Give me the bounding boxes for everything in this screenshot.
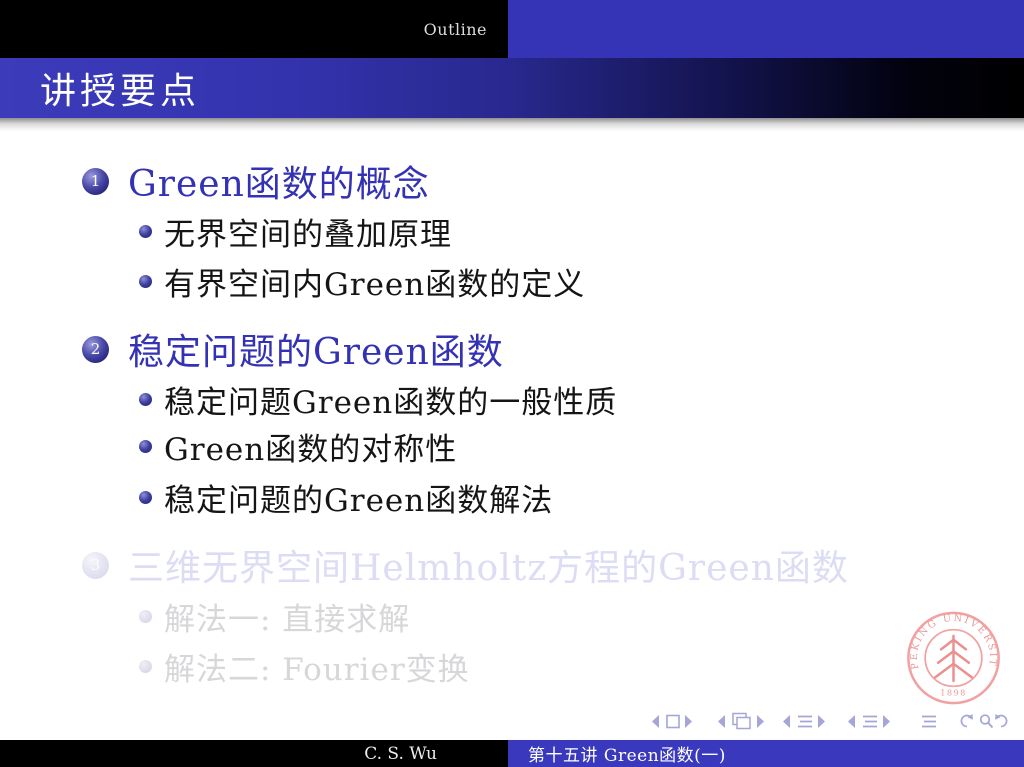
subitem-1-2-label: 有界空间内Green函数的定义 xyxy=(164,266,586,303)
bullet-sphere-icon xyxy=(139,224,152,238)
frametitle-shadow xyxy=(0,118,1024,131)
logo-emblem-icon xyxy=(934,634,973,683)
author-label: C. S. Wu xyxy=(364,743,437,764)
navigation-symbols xyxy=(652,712,1008,730)
logo-year: 1898 xyxy=(940,687,967,697)
slide-icon[interactable] xyxy=(666,714,680,729)
appendix-icon[interactable] xyxy=(922,715,936,728)
outline-subitem-1-1[interactable]: 无界空间的叠加原理 xyxy=(139,213,452,253)
search-icon[interactable] xyxy=(979,714,994,729)
frame-title: 讲授要点 xyxy=(40,71,201,112)
item-3-label: 三维无界空间Helmholtz方程的Green函数 xyxy=(128,548,849,589)
outline-subitem-2-3[interactable]: 稳定问题的Green函数解法 xyxy=(139,479,553,519)
outline-item-2[interactable]: 2 稳定问题的Green函数 xyxy=(82,328,504,373)
footline-title-bar: 第十五讲 Green函数(一) xyxy=(508,740,1024,767)
outline-subitem-2-1[interactable]: 稳定问题Green函数的一般性质 xyxy=(139,381,617,421)
prev-slide-icon[interactable] xyxy=(652,715,659,728)
footline-author-bar: C. S. Wu xyxy=(0,740,508,767)
bullet-sphere-icon xyxy=(139,274,152,288)
next-slide-icon[interactable] xyxy=(685,715,692,728)
bullet-sphere-icon xyxy=(139,659,152,673)
subitem-2-2-label: Green函数的对称性 xyxy=(164,431,458,468)
subitem-3-2-label: 解法二: Fourier变换 xyxy=(164,651,470,688)
outline-subitem-2-2[interactable]: Green函数的对称性 xyxy=(139,428,457,468)
bullet-sphere-icon xyxy=(139,439,152,453)
prev-section-icon[interactable] xyxy=(848,715,855,728)
item-3-number: 3 xyxy=(90,555,101,574)
bullet-sphere-icon xyxy=(139,609,152,623)
item-1-number: 1 xyxy=(90,171,101,190)
headline-subsection-bar xyxy=(508,0,1024,58)
beamer-slide: Outline 讲授要点 1 Green函数的概念 无界空间的叠加原理 有界空间… xyxy=(0,0,1024,767)
outline-subitem-3-1[interactable]: 解法一: 直接求解 xyxy=(139,598,410,638)
prev-subsection-icon[interactable] xyxy=(783,715,790,728)
outline-item-1[interactable]: 1 Green函数的概念 xyxy=(82,160,430,205)
headline-section-bar: Outline xyxy=(0,0,508,58)
lecture-title-label: 第十五讲 Green函数(一) xyxy=(528,746,726,766)
item-2-label: 稳定问题的Green函数 xyxy=(128,332,504,373)
subitem-2-3-label: 稳定问题的Green函数解法 xyxy=(164,482,554,519)
pku-logo: PEKING UNIVERSITY 1898 xyxy=(905,610,1000,705)
bullet-sphere-icon xyxy=(139,392,152,406)
subitem-1-1-label: 无界空间的叠加原理 xyxy=(164,216,452,253)
bullet-sphere-icon xyxy=(139,490,152,504)
item-2-number-ball: 2 xyxy=(82,335,109,363)
section-label: Outline xyxy=(423,19,487,39)
frametitle-bar: 讲授要点 xyxy=(0,58,1024,118)
next-section-icon[interactable] xyxy=(883,715,890,728)
outline-subitem-3-2[interactable]: 解法二: Fourier变换 xyxy=(139,648,470,688)
frames-icon[interactable] xyxy=(732,712,751,730)
next-subsection-icon[interactable] xyxy=(818,715,825,728)
subsection-icon[interactable] xyxy=(798,715,812,728)
subitem-3-1-label: 解法一: 直接求解 xyxy=(164,601,411,638)
section-icon[interactable] xyxy=(863,715,877,728)
outline-item-3[interactable]: 3 三维无界空间Helmholtz方程的Green函数 xyxy=(82,544,849,589)
prev-frame-icon[interactable] xyxy=(718,715,725,728)
outline-subitem-1-2[interactable]: 有界空间内Green函数的定义 xyxy=(139,263,585,303)
back-icon[interactable] xyxy=(960,714,973,728)
item-2-number: 2 xyxy=(90,339,101,358)
item-1-label: Green函数的概念 xyxy=(128,164,430,205)
item-1-number-ball: 1 xyxy=(82,167,109,195)
item-3-number-ball: 3 xyxy=(82,551,109,579)
next-frame-icon[interactable] xyxy=(757,715,764,728)
forward-icon[interactable] xyxy=(995,714,1008,728)
subitem-2-1-label: 稳定问题Green函数的一般性质 xyxy=(164,384,618,421)
